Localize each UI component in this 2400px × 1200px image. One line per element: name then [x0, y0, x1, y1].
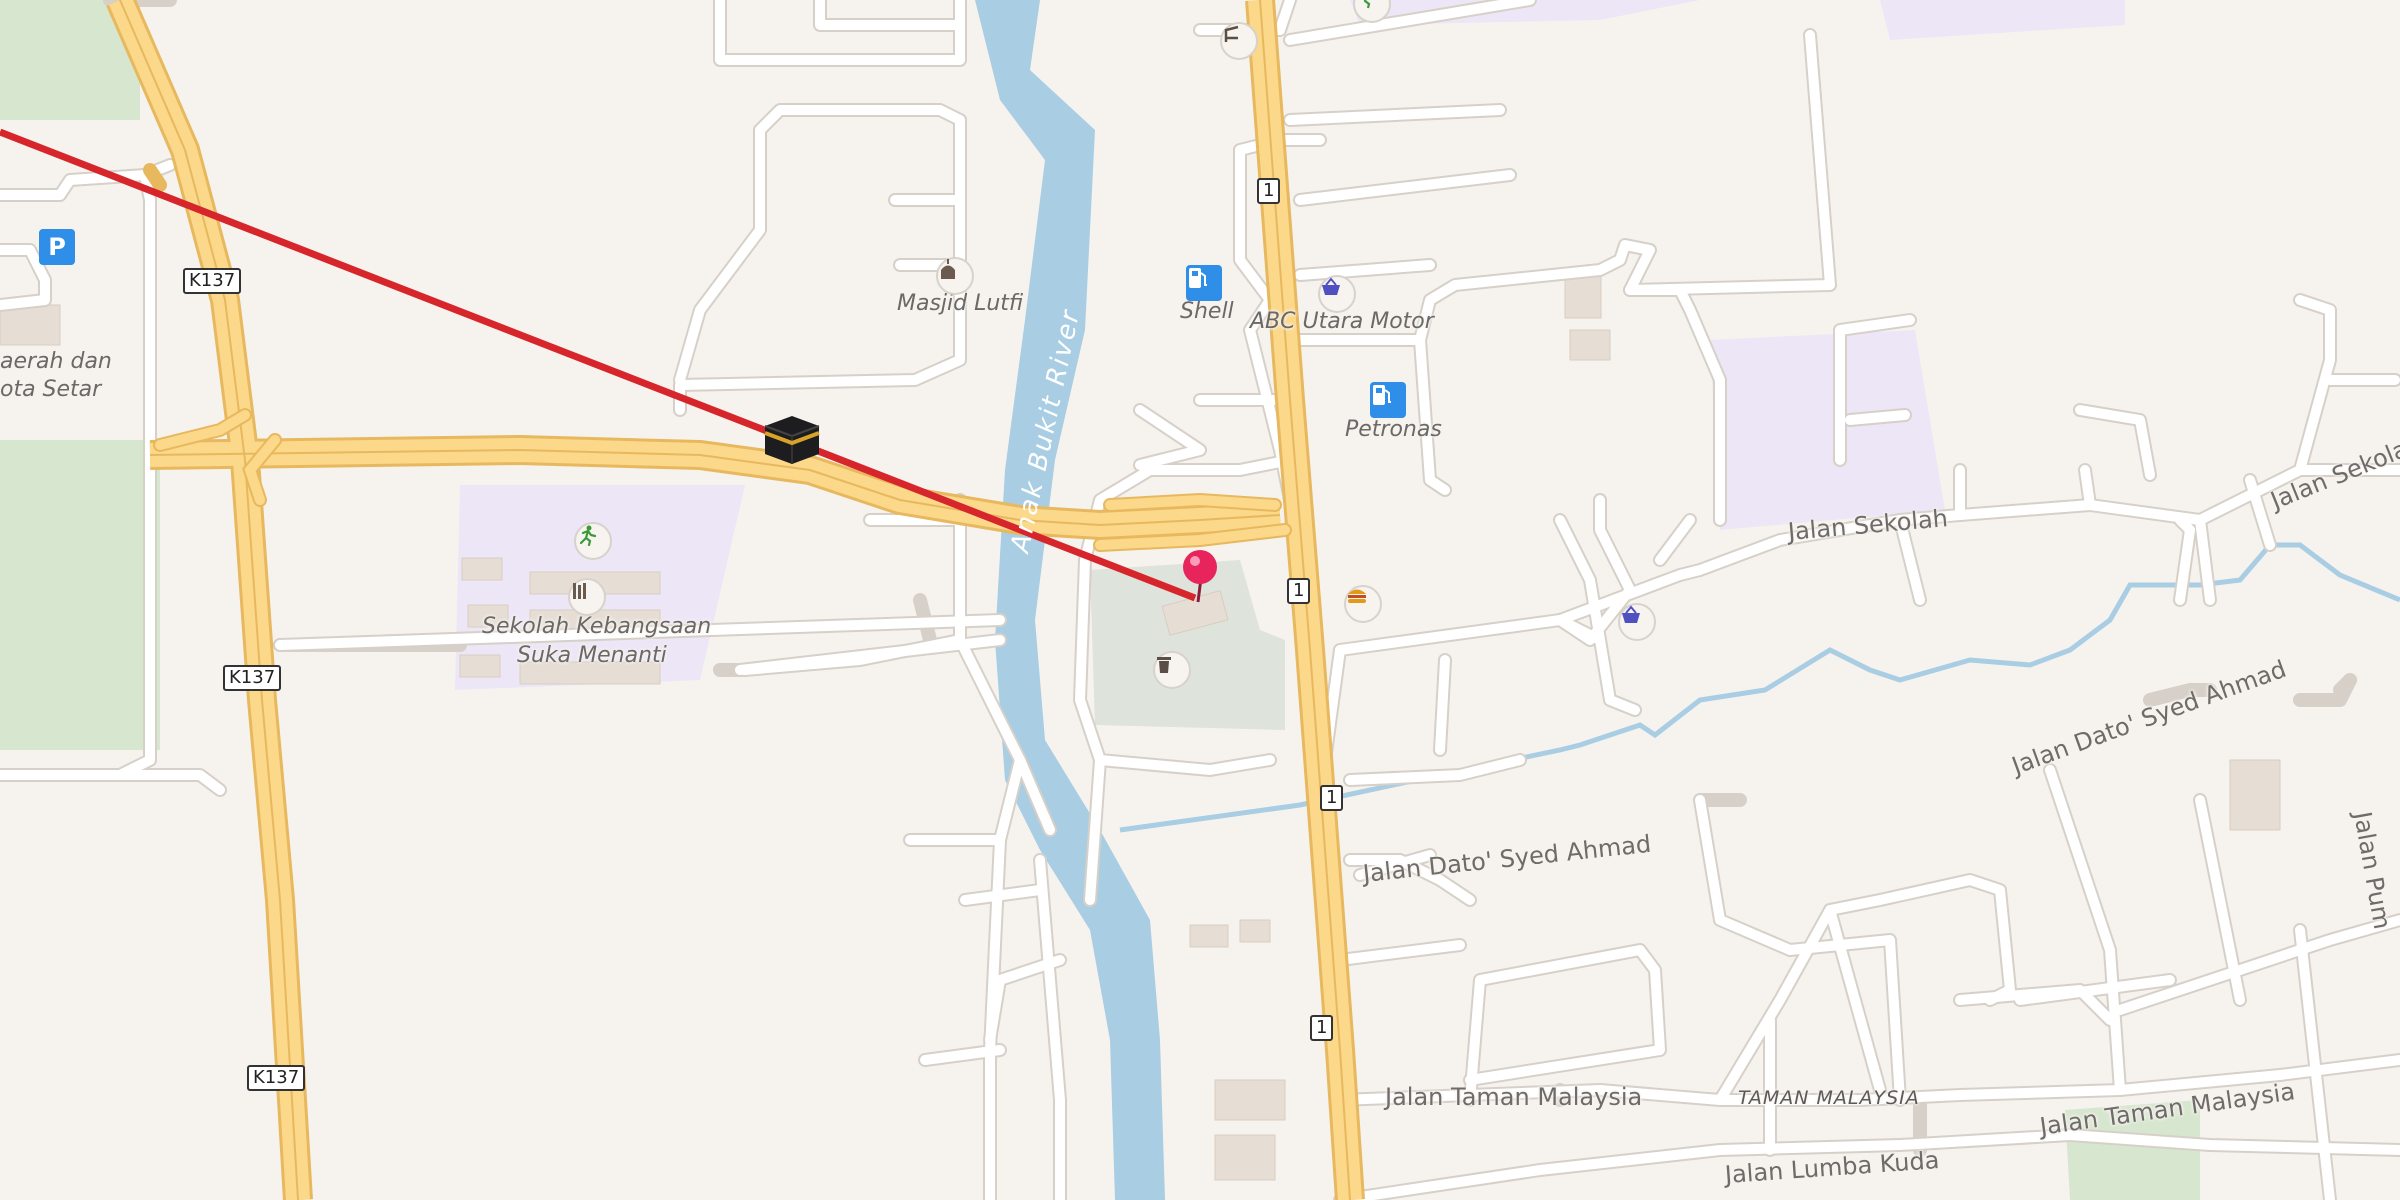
- waste-basket-icon[interactable]: [1153, 651, 1191, 689]
- burger-icon[interactable]: [1344, 585, 1382, 623]
- partial-label-2: ota Setar: [0, 377, 102, 402]
- route-shield-1: 1: [1257, 178, 1281, 204]
- mosque-icon[interactable]: [936, 257, 974, 295]
- school-label-line2: Suka Menanti: [517, 643, 667, 668]
- shopping-basket-icon[interactable]: [1618, 603, 1656, 641]
- route-shield-1: 1: [1320, 785, 1344, 811]
- petronas-label: Petronas: [1345, 417, 1442, 442]
- shell-label: Shell: [1180, 299, 1234, 324]
- mosque-label: Masjid Lutfi: [897, 291, 1024, 316]
- fuel-pump-icon[interactable]: [1186, 265, 1222, 301]
- library-icon[interactable]: [568, 578, 606, 616]
- running-icon[interactable]: [574, 522, 612, 560]
- kaaba-icon[interactable]: [763, 414, 821, 466]
- route-shield-1: 1: [1287, 578, 1311, 604]
- mosque-compound: [1090, 560, 1285, 730]
- school-area: [1710, 330, 1945, 530]
- shopping-basket-icon[interactable]: [1318, 275, 1356, 313]
- park-area: [0, 440, 160, 750]
- route-shield-k137: K137: [247, 1065, 306, 1091]
- school-area: [1880, 0, 2125, 40]
- school-label-line1: Sekolah Kebangsaan: [482, 614, 712, 639]
- route-shield-k137: K137: [183, 268, 242, 294]
- street-label-jalan-taman-malaysia: Jalan Taman Malaysia: [1385, 1083, 1643, 1111]
- parking-icon[interactable]: P: [39, 229, 75, 265]
- fuel-pump-icon[interactable]: [1370, 382, 1406, 418]
- map-canvas[interactable]: [0, 0, 2400, 1200]
- partial-label-1: aerah dan: [0, 349, 112, 374]
- toll-icon[interactable]: [1220, 22, 1258, 60]
- route-shield-1: 1: [1310, 1015, 1334, 1041]
- abc-motor-label: ABC Utara Motor: [1250, 309, 1434, 334]
- route-shield-k137: K137: [223, 665, 282, 691]
- area-label-taman-malaysia: TAMAN MALAYSIA: [1738, 1087, 1920, 1109]
- map-view[interactable]: Masjid Lutfi Shell ABC Utara Motor Petro…: [0, 0, 2400, 1200]
